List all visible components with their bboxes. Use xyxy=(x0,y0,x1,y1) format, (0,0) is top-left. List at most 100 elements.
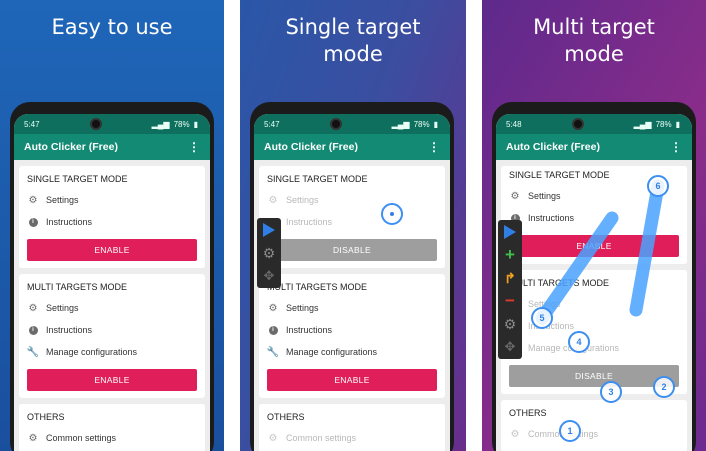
status-icons: ▂▄▆ 78% ▮ xyxy=(152,120,198,129)
single-settings-item[interactable]: ⚙ Settings xyxy=(27,189,197,211)
multi-enable-button[interactable]: ENABLE xyxy=(27,369,197,391)
wrench-icon: 🔧 xyxy=(26,346,40,358)
gear-icon: ⚙ xyxy=(28,194,38,206)
settings-button[interactable]: ⚙ xyxy=(260,244,278,262)
manage-configurations-label: Manage configurations xyxy=(286,347,378,357)
add-swipe-button[interactable]: ↱ xyxy=(501,269,519,287)
click-target[interactable] xyxy=(381,203,403,225)
others-title: OTHERS xyxy=(509,408,547,418)
click-target-5[interactable]: 5 xyxy=(531,307,553,329)
phone-screen: 5:47 ▂▄▆ 78% ▮ Auto Clicker (Free) ⋮ SIN… xyxy=(254,114,450,451)
screenshot-panel-multi-target: Multi target mode 5:48 ▂▄▆ 78% ▮ Auto Cl… xyxy=(482,0,706,451)
signal-icon: ▂▄▆ xyxy=(391,119,410,129)
manage-configurations-item[interactable]: 🔧 Manage configurations xyxy=(267,341,437,363)
info-icon: i xyxy=(27,217,39,227)
status-time: 5:47 xyxy=(264,119,280,129)
gear-icon: ⚙ xyxy=(503,315,517,332)
target-dot-icon xyxy=(390,212,394,216)
click-target-4[interactable]: 4 xyxy=(568,331,590,353)
manage-configurations-label: Manage configurations xyxy=(46,347,138,357)
single-instructions-label: Instructions xyxy=(46,217,93,227)
single-enable-button[interactable]: ENABLE xyxy=(509,235,679,257)
multi-instructions-label: Instructions xyxy=(286,325,333,335)
single-settings-label: Settings xyxy=(286,195,319,205)
common-settings-item: ⚙ Common settings xyxy=(509,423,679,445)
click-target-1[interactable]: 1 xyxy=(559,420,581,442)
multi-instructions-item[interactable]: i Instructions xyxy=(267,319,437,341)
move-icon: ✥ xyxy=(504,339,516,354)
multi-settings-label: Settings xyxy=(286,303,319,313)
click-target-2[interactable]: 2 xyxy=(653,376,675,398)
app-title: Auto Clicker (Free) xyxy=(264,141,358,153)
panel-headline: Single target mode xyxy=(240,14,466,68)
overflow-menu-icon[interactable]: ⋮ xyxy=(428,140,440,154)
single-instructions-item: i Instructions xyxy=(267,211,437,233)
app-bar: Auto Clicker (Free) ⋮ xyxy=(254,134,450,160)
app-bar: Auto Clicker (Free) ⋮ xyxy=(14,134,210,160)
info-icon: i xyxy=(267,325,279,335)
single-enable-button[interactable]: ENABLE xyxy=(27,239,197,261)
status-bar: 5:48 ▂▄▆ 78% ▮ xyxy=(496,114,692,134)
phone-frame: 5:48 ▂▄▆ 78% ▮ Auto Clicker (Free) ⋮ SIN… xyxy=(492,102,696,451)
camera-cutout xyxy=(89,118,102,130)
multi-target-card: MULTI TARGETS MODE ⚙ Settings i Instruct… xyxy=(19,274,205,398)
info-icon: i xyxy=(27,325,39,335)
gear-icon: ⚙ xyxy=(268,302,278,314)
single-instructions-item[interactable]: i Instructions xyxy=(27,211,197,233)
manage-configurations-item[interactable]: 🔧 Manage configurations xyxy=(27,341,197,363)
common-settings-item[interactable]: ⚙ Common settings xyxy=(27,427,197,449)
signal-icon: ▂▄▆ xyxy=(151,119,170,129)
panel-headline: Multi target mode xyxy=(482,14,706,68)
click-target-6[interactable]: 6 xyxy=(647,175,669,197)
add-target-button[interactable]: + xyxy=(501,245,519,264)
signal-icon: ▂▄▆ xyxy=(633,119,652,129)
settings-button[interactable]: ⚙ xyxy=(501,315,519,333)
multi-settings-item[interactable]: ⚙ Settings xyxy=(267,297,437,319)
phone-frame: 5:47 ▂▄▆ 78% ▮ Auto Clicker (Free) ⋮ SIN… xyxy=(10,102,214,451)
single-settings-item: ⚙ Settings xyxy=(267,189,437,211)
click-target-3[interactable]: 3 xyxy=(600,381,622,403)
single-target-title: SINGLE TARGET MODE xyxy=(27,174,128,184)
single-target-card: SINGLE TARGET MODE ⚙ Settings i Instruct… xyxy=(19,166,205,268)
overflow-menu-icon[interactable]: ⋮ xyxy=(188,140,200,154)
phone-screen: 5:48 ▂▄▆ 78% ▮ Auto Clicker (Free) ⋮ SIN… xyxy=(496,114,692,451)
single-disable-button[interactable]: DISABLE xyxy=(267,239,437,261)
move-icon: ✥ xyxy=(263,268,275,283)
multi-enable-button[interactable]: ENABLE xyxy=(267,369,437,391)
gear-icon: ⚙ xyxy=(510,190,520,202)
others-card: OTHERS ⚙ Common settings xyxy=(501,400,687,451)
multi-target-title: MULTI TARGETS MODE xyxy=(509,278,610,288)
others-card: OTHERS ⚙ Common settings xyxy=(19,404,205,451)
status-time: 5:47 xyxy=(24,119,40,129)
status-bar: 5:47 ▂▄▆ 78% ▮ xyxy=(254,114,450,134)
status-bar: 5:47 ▂▄▆ 78% ▮ xyxy=(14,114,210,134)
gear-icon: ⚙ xyxy=(28,432,38,444)
multi-settings-label: Settings xyxy=(46,303,79,313)
floating-toolbar: + ↱ − ⚙ ✥ xyxy=(498,220,522,359)
others-card: OTHERS ⚙ Common settings xyxy=(259,404,445,451)
panel-headline: Easy to use xyxy=(51,15,173,39)
multi-target-card: MULTI TARGETS MODE ⚙ Settings i Instruct… xyxy=(501,270,687,394)
multi-instructions-label: Instructions xyxy=(46,325,93,335)
battery-level: 78% xyxy=(413,119,430,129)
single-instructions-item[interactable]: i Instructions xyxy=(509,207,679,229)
multi-instructions-item[interactable]: i Instructions xyxy=(27,319,197,341)
multi-settings-item[interactable]: ⚙ Settings xyxy=(27,297,197,319)
plus-icon: + xyxy=(505,245,515,264)
common-settings-item: ⚙ Common settings xyxy=(267,427,437,449)
app-title: Auto Clicker (Free) xyxy=(24,141,118,153)
remove-target-button[interactable]: − xyxy=(501,291,519,310)
play-button[interactable] xyxy=(501,223,519,241)
status-time: 5:48 xyxy=(506,119,522,129)
play-button[interactable] xyxy=(260,221,278,239)
gear-icon: ⚙ xyxy=(268,194,278,206)
wrench-icon: 🔧 xyxy=(266,346,280,358)
overflow-menu-icon[interactable]: ⋮ xyxy=(670,140,682,154)
others-title: OTHERS xyxy=(267,412,305,422)
status-icons: ▂▄▆ 78% ▮ xyxy=(634,120,680,129)
move-handle[interactable]: ✥ xyxy=(501,338,519,356)
battery-icon: ▮ xyxy=(193,119,198,129)
gear-icon: ⚙ xyxy=(262,244,276,261)
manage-configurations-item: 🔧 Manage configurations xyxy=(509,337,679,359)
move-handle[interactable]: ✥ xyxy=(260,267,278,285)
